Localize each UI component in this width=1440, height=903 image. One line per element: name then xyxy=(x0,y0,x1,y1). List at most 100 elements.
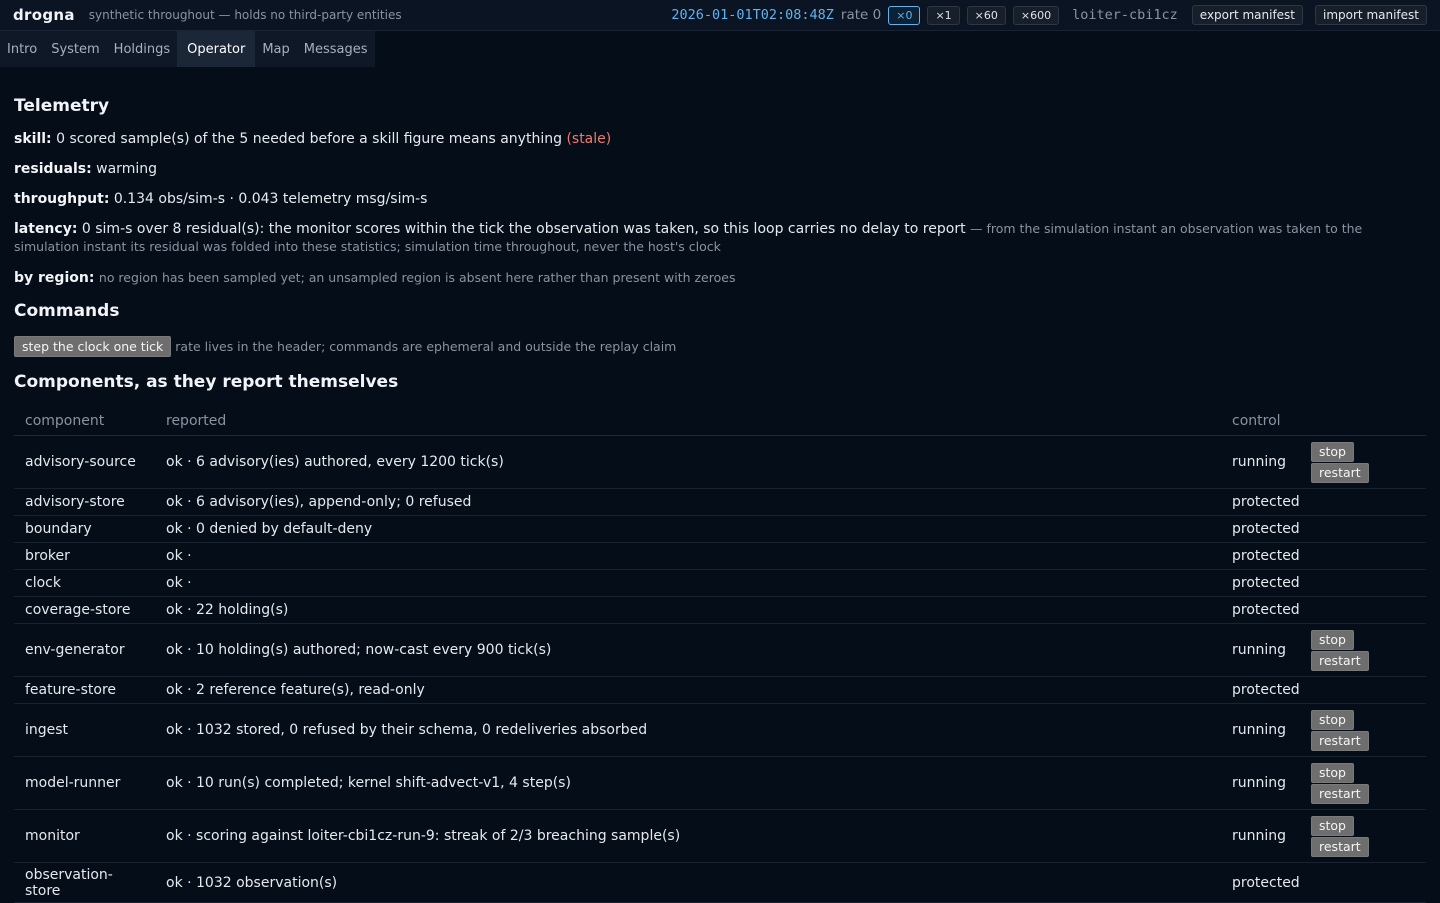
control-actions xyxy=(1311,569,1426,597)
table-row: boundary ok · 0 denied by default-deny pro… xyxy=(14,515,1426,543)
component-name: broker xyxy=(14,542,155,570)
reported-status: ok · 6 advisory(ies) authored, every 120… xyxy=(155,435,1221,489)
tab-messages[interactable]: Messages xyxy=(297,31,375,67)
control-actions: stop restart xyxy=(1311,756,1426,810)
residuals-label: residuals: xyxy=(14,161,92,177)
reported-status: ok · xyxy=(155,569,1221,597)
region-label: by region: xyxy=(14,270,95,286)
reported-status: ok · scoring against loiter-cbi1cz-run-9… xyxy=(155,809,1221,863)
table-row: coverage-store ok · 22 holding(s) protecte… xyxy=(14,596,1426,624)
tab-map[interactable]: Map xyxy=(255,31,296,67)
tagline: synthetic throughout — holds no third-pa… xyxy=(88,8,402,22)
control-actions: stop restart xyxy=(1311,435,1426,489)
throughput-line: throughput: 0.134 obs/sim-s · 0.043 tele… xyxy=(14,190,1426,209)
component-name: env-generator xyxy=(14,623,155,677)
latency-value: 0 sim-s over 8 residual(s): the monitor … xyxy=(81,221,966,237)
column-header-control: control xyxy=(1221,407,1311,436)
tab-holdings[interactable]: Holdings xyxy=(107,31,177,67)
reported-status: ok · 1032 stored, 0 refused by their sch… xyxy=(155,703,1221,757)
rate-x1-button[interactable]: ×1 xyxy=(927,5,960,25)
latency-line: latency: 0 sim-s over 8 residual(s): the… xyxy=(14,220,1426,256)
stop-button[interactable]: stop xyxy=(1311,709,1354,730)
region-line: by region: no region has been sampled ye… xyxy=(14,268,1426,288)
control-state: protected xyxy=(1221,676,1311,704)
import-manifest-button[interactable]: import manifest xyxy=(1315,5,1427,25)
component-name: clock xyxy=(14,569,155,597)
throughput-value: 0.134 obs/sim-s · 0.043 telemetry msg/si… xyxy=(113,191,428,207)
component-name: advisory-source xyxy=(14,435,155,489)
components-heading: Components, as they report themselves xyxy=(14,372,399,392)
component-name: boundary xyxy=(14,515,155,543)
stop-button[interactable]: stop xyxy=(1311,762,1354,783)
table-row: env-generator ok · 10 holding(s) authored… xyxy=(14,623,1426,677)
rate-x60-button[interactable]: ×60 xyxy=(966,5,1006,25)
stop-button[interactable]: stop xyxy=(1311,441,1354,462)
component-name: advisory-store xyxy=(14,488,155,516)
throughput-label: throughput: xyxy=(14,191,110,207)
reported-status: ok · 10 holding(s) authored; now-cast ev… xyxy=(155,623,1221,677)
reported-status: ok · 6 advisory(ies), append-only; 0 ref… xyxy=(155,488,1221,516)
sim-clock: 2026-01-01T02:08:48Z xyxy=(671,7,834,23)
table-row: observation-store ok · 1032 observation(s… xyxy=(14,862,1426,903)
control-actions xyxy=(1311,596,1426,624)
rate-x600-button[interactable]: ×600 xyxy=(1012,5,1060,25)
component-name: ingest xyxy=(14,703,155,757)
reported-status: ok · xyxy=(155,542,1221,570)
components-table: component reported control advisory-sour… xyxy=(14,407,1426,903)
component-name: observation-store xyxy=(14,862,155,903)
control-state: running xyxy=(1221,809,1311,863)
table-row: broker ok · protected xyxy=(14,542,1426,570)
run-id: loiter-cbi1cz xyxy=(1072,7,1178,23)
control-state: running xyxy=(1221,623,1311,677)
column-header-actions xyxy=(1311,407,1426,436)
tab-intro[interactable]: Intro xyxy=(0,31,44,67)
component-name: coverage-store xyxy=(14,596,155,624)
operator-panel: Telemetry skill: 0 scored sample(s) of t… xyxy=(0,67,1440,903)
restart-button[interactable]: restart xyxy=(1311,730,1369,751)
control-actions: stop restart xyxy=(1311,703,1426,757)
control-state: protected xyxy=(1221,542,1311,570)
control-state: protected xyxy=(1221,569,1311,597)
components-body: advisory-source ok · 6 advisory(ies) auth… xyxy=(14,435,1426,903)
commands-note: rate lives in the header; commands are e… xyxy=(175,339,677,354)
reported-status: ok · 0 denied by default-deny xyxy=(155,515,1221,543)
residuals-line: residuals: warming xyxy=(14,160,1426,179)
stop-button[interactable]: stop xyxy=(1311,629,1354,650)
latency-label: latency: xyxy=(14,221,78,237)
control-actions: stop restart xyxy=(1311,809,1426,863)
control-actions xyxy=(1311,862,1426,903)
export-manifest-button[interactable]: export manifest xyxy=(1191,5,1304,25)
control-state: protected xyxy=(1221,488,1311,516)
rate-label: rate 0 xyxy=(840,7,882,23)
tab-bar: Intro System Holdings Operator Map Messa… xyxy=(0,31,1440,67)
top-bar: drogna synthetic throughout — holds no t… xyxy=(0,0,1440,31)
rate-x0-button[interactable]: ×0 xyxy=(888,5,921,25)
component-name: monitor xyxy=(14,809,155,863)
restart-button[interactable]: restart xyxy=(1311,783,1369,804)
control-actions xyxy=(1311,676,1426,704)
telemetry-heading: Telemetry xyxy=(14,96,110,116)
control-state: running xyxy=(1221,703,1311,757)
tab-bar-fill xyxy=(374,31,1440,67)
skill-line: skill: 0 scored sample(s) of the 5 neede… xyxy=(14,130,1426,149)
stop-button[interactable]: stop xyxy=(1311,815,1354,836)
column-header-reported: reported xyxy=(155,407,1221,436)
control-actions xyxy=(1311,542,1426,570)
component-name: model-runner xyxy=(14,756,155,810)
commands-row: step the clock one tick rate lives in th… xyxy=(14,336,1426,357)
table-row: ingest ok · 1032 stored, 0 refused by the… xyxy=(14,703,1426,757)
table-header-row: component reported control xyxy=(14,407,1426,436)
tab-system[interactable]: System xyxy=(44,31,106,67)
control-actions: stop restart xyxy=(1311,623,1426,677)
residuals-value: warming xyxy=(96,161,157,177)
restart-button[interactable]: restart xyxy=(1311,836,1369,857)
table-row: feature-store ok · 2 reference feature(s)… xyxy=(14,676,1426,704)
restart-button[interactable]: restart xyxy=(1311,462,1369,483)
restart-button[interactable]: restart xyxy=(1311,650,1369,671)
column-header-component: component xyxy=(14,407,155,436)
table-row: monitor ok · scoring against loiter-cbi1c… xyxy=(14,809,1426,863)
tab-operator[interactable]: Operator xyxy=(177,31,256,67)
control-state: protected xyxy=(1221,515,1311,543)
table-row: advisory-source ok · 6 advisory(ies) auth… xyxy=(14,435,1426,489)
step-clock-button[interactable]: step the clock one tick xyxy=(14,336,172,357)
